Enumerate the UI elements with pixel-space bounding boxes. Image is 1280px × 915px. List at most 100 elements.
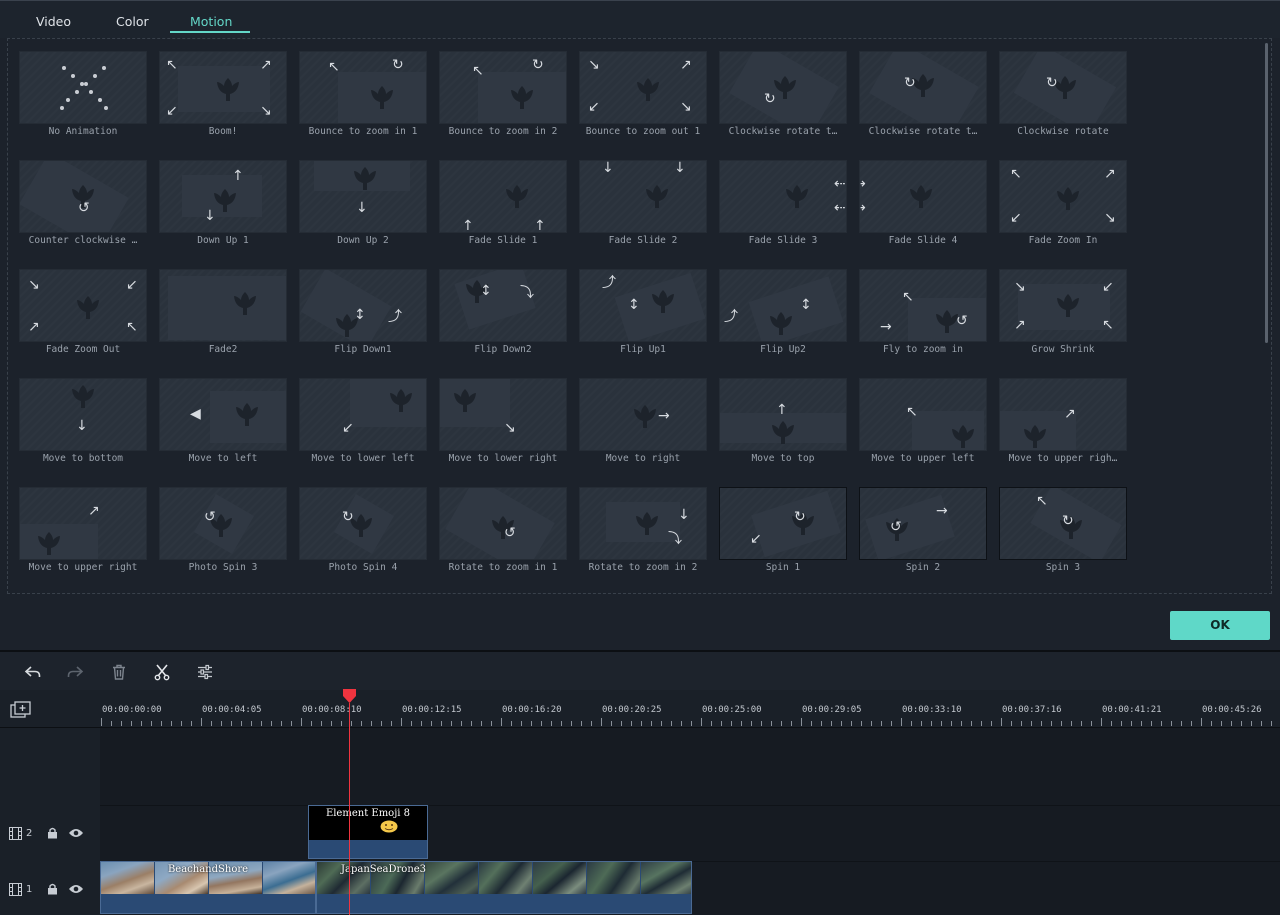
undo-icon[interactable]: [24, 663, 42, 681]
preset-thumbnail[interactable]: ⤴ ↕: [579, 269, 707, 342]
clip-beach-and-shore[interactable]: BeachandShore: [100, 861, 316, 914]
motion-preset[interactable]: No Animation: [19, 51, 147, 151]
motion-preset[interactable]: ◀ Move to left: [159, 378, 287, 478]
motion-preset[interactable]: ↻ Clockwise rotate t…: [719, 51, 847, 151]
motion-preset[interactable]: ↑ Move to top: [719, 378, 847, 478]
preset-thumbnail[interactable]: ↑ ↑: [439, 160, 567, 233]
motion-preset[interactable]: ↑ ↑ Fade Slide 1: [439, 160, 567, 260]
timeline-ruler[interactable]: 00:00:00:00 00:00:04:05 00:00:08:10 00:00:1…: [0, 690, 1280, 728]
motion-preset[interactable]: ↑ ↓ Down Up 1: [159, 160, 287, 260]
motion-preset[interactable]: ↺ → Spin 2: [859, 487, 987, 587]
preset-thumbnail[interactable]: ↙: [299, 378, 427, 451]
motion-preset[interactable]: ↺ Counter clockwise …: [19, 160, 147, 260]
motion-preset[interactable]: ↖ ↻ Spin 3: [999, 487, 1127, 587]
motion-preset[interactable]: ↓ ⤵ Rotate to zoom in 2: [579, 487, 707, 587]
preset-thumbnail[interactable]: [159, 269, 287, 342]
preset-thumbnail[interactable]: ↓ ↓: [579, 160, 707, 233]
preset-thumbnail[interactable]: ◀: [159, 378, 287, 451]
motion-preset[interactable]: → Move to right: [579, 378, 707, 478]
motion-preset[interactable]: ↖ ↻ Bounce to zoom in 1: [299, 51, 427, 151]
preset-thumbnail[interactable]: ↖ ↻: [999, 487, 1127, 560]
preset-thumbnail[interactable]: ⇠ ⇠: [719, 160, 847, 233]
preset-thumbnail[interactable]: ↺ →: [859, 487, 987, 560]
motion-preset[interactable]: ↕ ⤴ Flip Down1: [299, 269, 427, 369]
motion-preset[interactable]: ↖ → ↺ Fly to zoom in: [859, 269, 987, 369]
motion-preset[interactable]: ↻ Clockwise rotate: [999, 51, 1127, 151]
preset-thumbnail[interactable]: ↖ ↻: [299, 51, 427, 124]
preset-thumbnail[interactable]: ↗: [999, 378, 1127, 451]
motion-preset[interactable]: ↖ Move to upper left: [859, 378, 987, 478]
motion-preset[interactable]: ⇠ ⇠ Fade Slide 3: [719, 160, 847, 260]
eye-icon[interactable]: [68, 884, 84, 894]
preset-thumbnail[interactable]: ↗: [19, 487, 147, 560]
preset-thumbnail[interactable]: ↑: [719, 378, 847, 451]
motion-preset[interactable]: ⇢⇢Fade Slide 4: [859, 160, 987, 260]
motion-preset[interactable]: ↘ ↗ ↙ ↘ Bounce to zoom out 1: [579, 51, 707, 151]
preset-thumbnail[interactable]: ↺: [19, 160, 147, 233]
motion-preset[interactable]: ↓ ↓ Fade Slide 2: [579, 160, 707, 260]
preset-thumbnail[interactable]: ↻: [299, 487, 427, 560]
motion-preset[interactable]: ⤴ ↕ Flip Up2: [719, 269, 847, 369]
clip-element-emoji[interactable]: Element Emoji 8: [308, 805, 428, 859]
preset-thumbnail[interactable]: ↓: [19, 378, 147, 451]
preset-thumbnail[interactable]: ↘: [439, 378, 567, 451]
preset-thumbnail[interactable]: ↘ ↙ ↗ ↖: [19, 269, 147, 342]
redo-icon[interactable]: [66, 663, 84, 681]
tab-video[interactable]: Video: [36, 14, 71, 29]
preset-scrollbar[interactable]: [1265, 43, 1268, 343]
preset-thumbnail[interactable]: ↖ ↗ ↙ ↘: [999, 160, 1127, 233]
tab-color[interactable]: Color: [116, 14, 149, 29]
preset-thumbnail[interactable]: ↻: [999, 51, 1127, 124]
trash-icon[interactable]: [110, 663, 128, 681]
preset-thumbnail[interactable]: ↻: [719, 51, 847, 124]
motion-preset[interactable]: ↖ ↗ ↙ ↘ Boom!: [159, 51, 287, 151]
motion-preset[interactable]: ↓ Move to bottom: [19, 378, 147, 478]
tab-motion[interactable]: Motion: [190, 14, 232, 29]
preset-thumbnail[interactable]: ↖ ↗ ↙ ↘: [159, 51, 287, 124]
preset-thumbnail[interactable]: ⇢⇢: [859, 160, 987, 233]
motion-preset[interactable]: ↖ ↗ ↙ ↘ Fade Zoom In: [999, 160, 1127, 260]
playhead-line[interactable]: [349, 703, 350, 915]
motion-preset[interactable]: ⤴ ↕ Flip Up1: [579, 269, 707, 369]
preset-thumbnail[interactable]: ↖ → ↺: [859, 269, 987, 342]
preset-thumbnail[interactable]: ↺: [159, 487, 287, 560]
motion-preset[interactable]: ↻ Photo Spin 4: [299, 487, 427, 587]
track-2-lane[interactable]: [100, 805, 1280, 861]
preset-thumbnail[interactable]: [19, 51, 147, 124]
ok-button[interactable]: OK: [1170, 611, 1270, 640]
adjust-icon[interactable]: [196, 663, 214, 681]
motion-preset[interactable]: ↕ ⤵ Flip Down2: [439, 269, 567, 369]
preset-thumbnail[interactable]: ↘ ↗ ↙ ↘: [579, 51, 707, 124]
motion-preset[interactable]: ↘ Move to lower right: [439, 378, 567, 478]
motion-preset[interactable]: ↺ Rotate to zoom in 1: [439, 487, 567, 587]
motion-preset[interactable]: ↻ Clockwise rotate t…: [859, 51, 987, 151]
motion-preset[interactable]: ↙ ↻ Spin 1: [719, 487, 847, 587]
motion-preset[interactable]: ↘ ↙ ↗ ↖ Fade Zoom Out: [19, 269, 147, 369]
motion-preset[interactable]: ↗ Move to upper right: [19, 487, 147, 587]
playhead-handle[interactable]: [343, 689, 356, 703]
preset-thumbnail[interactable]: ↻: [859, 51, 987, 124]
eye-icon[interactable]: [68, 828, 84, 838]
preset-thumbnail[interactable]: ↓ ⤵: [579, 487, 707, 560]
preset-thumbnail[interactable]: ↺: [439, 487, 567, 560]
motion-preset[interactable]: ↙ Move to lower left: [299, 378, 427, 478]
preset-thumbnail[interactable]: ↓: [299, 160, 427, 233]
preset-thumbnail[interactable]: →: [579, 378, 707, 451]
motion-preset[interactable]: ↓ Down Up 2: [299, 160, 427, 260]
lock-icon[interactable]: [47, 883, 58, 895]
motion-preset[interactable]: ↺ Photo Spin 3: [159, 487, 287, 587]
preset-thumbnail[interactable]: ↕ ⤴: [299, 269, 427, 342]
preset-thumbnail[interactable]: ↖: [859, 378, 987, 451]
motion-preset[interactable]: ↗ Move to upper righ…: [999, 378, 1127, 478]
preset-thumbnail[interactable]: ↕ ⤵: [439, 269, 567, 342]
motion-preset[interactable]: ↖ ↻ Bounce to zoom in 2: [439, 51, 567, 151]
preset-thumbnail[interactable]: ↘ ↙ ↗ ↖: [999, 269, 1127, 342]
lock-icon[interactable]: [47, 827, 58, 839]
preset-thumbnail[interactable]: ↙ ↻: [719, 487, 847, 560]
motion-preset[interactable]: ↘ ↙ ↗ ↖ Grow Shrink: [999, 269, 1127, 369]
scissors-icon[interactable]: [153, 663, 171, 681]
preset-thumbnail[interactable]: ⤴ ↕: [719, 269, 847, 342]
clip-japan-sea-drone[interactable]: JapanSeaDrone3: [316, 861, 692, 914]
preset-thumbnail[interactable]: ↖ ↻: [439, 51, 567, 124]
preset-thumbnail[interactable]: ↑ ↓: [159, 160, 287, 233]
